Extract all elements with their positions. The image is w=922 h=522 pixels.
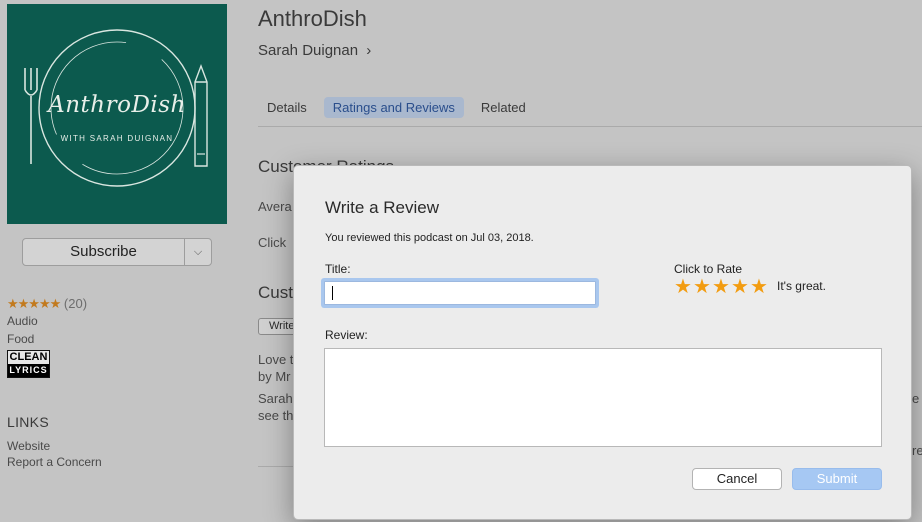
star-icon-2[interactable]: ★ — [693, 277, 712, 297]
tab-ratings-and-reviews[interactable]: Ratings and Reviews — [323, 97, 464, 118]
category-label: Food — [7, 332, 35, 346]
previous-review-note: You reviewed this podcast on Jul 03, 201… — [325, 232, 534, 244]
tab-divider — [258, 126, 922, 127]
review-author-fragment: by Mr — [258, 369, 291, 384]
clean-badge-top: CLEAN — [9, 351, 48, 363]
right-edge-fragment: e — [912, 391, 920, 406]
author-name: Sarah Duignan — [258, 42, 359, 59]
clean-lyrics-badge: CLEAN LYRICS — [7, 350, 50, 378]
review-title-fragment: Love t — [258, 352, 294, 367]
artwork-title: AnthroDish — [48, 92, 186, 118]
page-title: AnthroDish — [258, 6, 367, 31]
write-review-dialog: Write a Review You reviewed this podcast… — [293, 165, 912, 520]
write-review-button[interactable]: Write — [258, 318, 298, 335]
review-label: Review: — [325, 328, 368, 342]
podcast-artwork: AnthroDish WITH SARAH DUIGNAN — [7, 4, 227, 224]
review-text-fragment: Sarah — [258, 391, 293, 406]
star-rating-control[interactable]: ★ ★ ★ ★ ★ — [674, 277, 769, 297]
review-divider — [258, 466, 298, 467]
text-cursor — [332, 286, 333, 300]
review-body-textarea[interactable] — [324, 348, 882, 447]
star-icon-1[interactable]: ★ — [674, 277, 693, 297]
media-type-label: Audio — [7, 314, 38, 328]
click-fragment: Click — [258, 235, 287, 250]
artwork-subtitle: WITH SARAH DUIGNAN — [60, 134, 174, 143]
chevron-down-icon[interactable]: ⌵ — [185, 239, 211, 265]
report-concern-link[interactable]: Report a Concern — [7, 455, 102, 469]
click-to-rate-label: Click to Rate — [674, 262, 743, 276]
submit-button[interactable]: Submit — [792, 468, 882, 490]
subscribe-button[interactable]: Subscribe — [23, 239, 185, 265]
sidebar-rating: ★★★★★ (20) — [7, 296, 87, 312]
customer-reviews-heading: Cust — [258, 283, 293, 302]
right-edge-fragment-2: re — [912, 443, 922, 458]
review-text-fragment-2: see th — [258, 408, 294, 423]
average-fragment: Avera — [258, 199, 292, 214]
dialog-title: Write a Review — [325, 198, 439, 217]
subscribe-button-group: Subscribe ⌵ — [22, 238, 212, 266]
links-heading: LINKS — [7, 414, 49, 430]
star-icon-5[interactable]: ★ — [750, 277, 769, 297]
author-link[interactable]: Sarah Duignan › — [258, 42, 371, 59]
tab-details[interactable]: Details — [258, 97, 316, 118]
rating-description: It's great. — [777, 279, 826, 293]
star-icon-3[interactable]: ★ — [712, 277, 731, 297]
review-title-input[interactable] — [324, 281, 596, 305]
star-icon-4[interactable]: ★ — [731, 277, 750, 297]
clean-badge-bottom: LYRICS — [8, 364, 49, 377]
cancel-button[interactable]: Cancel — [692, 468, 782, 490]
rating-count: (20) — [63, 296, 88, 311]
rating-stars: ★★★★★ — [7, 296, 61, 311]
website-link[interactable]: Website — [7, 439, 50, 453]
tab-bar: Details Ratings and Reviews Related — [258, 97, 535, 118]
title-label: Title: — [325, 262, 351, 276]
chevron-right-icon: › — [366, 42, 372, 59]
tab-related[interactable]: Related — [472, 97, 535, 118]
